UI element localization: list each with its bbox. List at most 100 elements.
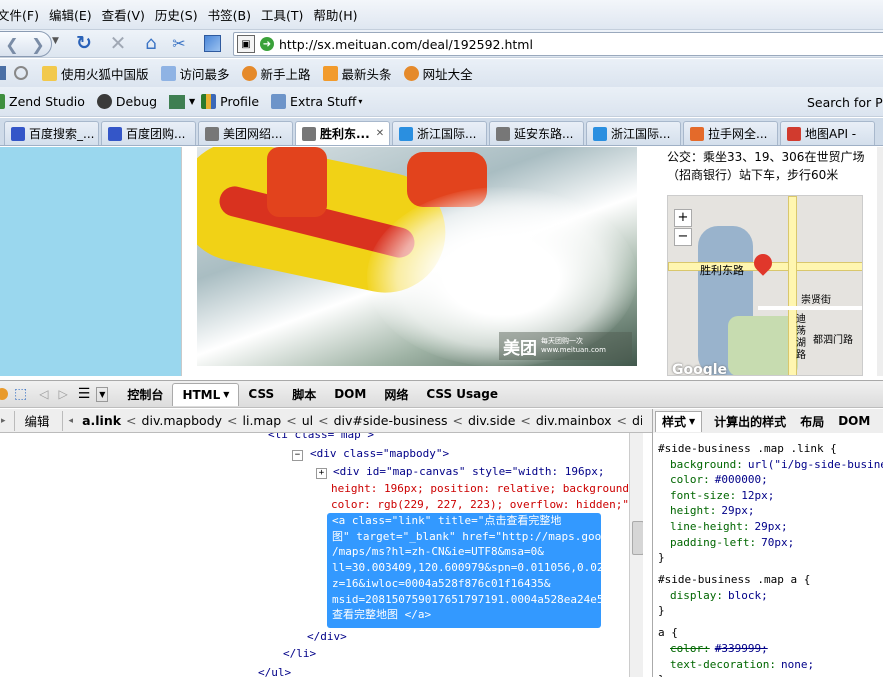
fb-back-icon[interactable]: ◁ — [39, 387, 48, 401]
extra-stuff-button[interactable]: Extra Stuff ▾ — [271, 94, 362, 109]
menu-help[interactable]: 帮助(H) — [313, 5, 357, 24]
debug-button[interactable]: Debug — [96, 94, 157, 109]
selected-link-node[interactable]: <a class="link" title="点击查看完整地 图" target=… — [327, 513, 643, 628]
browser-tab[interactable]: 百度团购... — [101, 121, 196, 145]
bookmark-url-directory[interactable]: 网址大全 — [403, 64, 473, 83]
map-marker-icon[interactable] — [750, 250, 776, 276]
url-text[interactable]: http://sx.meituan.com/deal/192592.html — [279, 37, 533, 52]
menu-tools[interactable]: 工具(T) — [261, 5, 303, 24]
css-rule-selector[interactable]: #side-business .map a { — [658, 572, 810, 588]
panel-scroll-left-icon[interactable]: ▸ — [1, 416, 6, 426]
bookmark-latest-headlines[interactable]: 最新头条 — [322, 64, 392, 83]
monitor-dropdown-icon[interactable]: ▼ — [189, 97, 195, 106]
menu-view[interactable]: 查看(V) — [102, 5, 145, 24]
inspect-icon[interactable]: ⬚ — [14, 386, 27, 402]
bookmark-firefox-china[interactable]: 使用火狐中国版 — [42, 64, 149, 83]
breadcrumb-item[interactable]: a.link — [82, 413, 121, 428]
addon-toolbar: Zend Studio Debug ▼ Profile Extra Stuff ▾… — [0, 87, 883, 117]
browser-tab[interactable]: 拉手网全... — [683, 121, 778, 145]
bookmark-most-visited[interactable]: 访问最多 — [160, 64, 230, 83]
browser-tab[interactable]: 百度搜索_... — [4, 121, 99, 145]
css-rule-selector[interactable]: a { — [658, 625, 678, 641]
fb-menu-icon[interactable]: ☰ — [78, 386, 91, 402]
fb-tab-script[interactable]: 脚本 — [283, 383, 325, 405]
breadcrumb-item[interactable]: div.side — [468, 413, 515, 428]
profile-button[interactable]: Profile — [201, 94, 259, 109]
expand-toggle-icon[interactable]: + — [316, 468, 327, 479]
html-line-ul-close[interactable]: </ul> — [258, 665, 291, 677]
address-bar[interactable]: ▣ ➜ http://sx.meituan.com/deal/192592.ht… — [233, 32, 883, 56]
reload-icon[interactable]: ↻ — [72, 31, 96, 55]
zend-studio-button[interactable]: Zend Studio — [0, 94, 85, 109]
fb-tab-dom[interactable]: DOM — [325, 383, 375, 405]
html-line-mapbody-open[interactable]: − <div class="mapbody"> — [292, 446, 449, 462]
fb-forward-icon[interactable]: ▷ — [58, 387, 67, 401]
fb-tab-net[interactable]: 网络 — [375, 383, 417, 405]
css-property-line[interactable]: font-size: 12px; — [670, 488, 774, 504]
browser-tab[interactable]: 浙江国际... — [392, 121, 487, 145]
forward-icon[interactable]: ❯ — [31, 35, 44, 54]
back-icon[interactable]: ❮ — [5, 35, 18, 54]
deal-photo[interactable]: 美团 每天团购一次 www.meituan.com — [197, 147, 637, 366]
css-property-line[interactable]: height: 29px; — [670, 503, 754, 519]
side-tab-style[interactable]: 样式 ▼ — [655, 410, 703, 432]
map-zoom-in[interactable]: + — [674, 209, 692, 227]
html-line-li-close[interactable]: </li> — [283, 646, 316, 662]
site-identity-icon[interactable]: ➜ — [260, 37, 274, 51]
breadcrumb-item[interactable]: div.mapbody — [142, 413, 223, 428]
search-for-php[interactable]: Search for PH — [807, 95, 883, 110]
fb-menu-dropdown-icon[interactable]: ▼ — [96, 386, 109, 402]
css-property-line[interactable]: display: block; — [670, 588, 768, 604]
css-property-line[interactable]: color: #339999; — [670, 641, 768, 657]
fb-tab-console[interactable]: 控制台 — [118, 383, 172, 405]
css-rule-selector[interactable]: #side-business .map .link { — [658, 441, 837, 457]
breadcrumb-item[interactable]: div#deal-s — [632, 413, 642, 428]
css-property-line[interactable]: color: #000000; — [670, 472, 768, 488]
fb-tab-html[interactable]: HTML ▼ — [172, 382, 240, 406]
breadcrumb-item[interactable]: ul — [302, 413, 313, 428]
html-scrollbar-thumb[interactable] — [632, 521, 643, 555]
html-line-li-open[interactable]: <li class="map"> — [268, 433, 374, 443]
html-line-div-close[interactable]: </div> — [307, 629, 347, 645]
bookmark-sidebar-icon[interactable] — [0, 66, 6, 80]
breadcrumb-item[interactable]: div#side-business — [334, 413, 448, 428]
stop-icon[interactable]: ✕ — [106, 31, 130, 55]
css-property-line[interactable]: line-height: 29px; — [670, 519, 788, 535]
css-property-line[interactable]: background: url("i/bg-side-business-map — [670, 457, 883, 473]
html-pane-scrollbar[interactable] — [629, 433, 643, 677]
menu-history[interactable]: 历史(S) — [155, 5, 198, 24]
collapse-toggle-icon[interactable]: − — [292, 450, 303, 461]
history-clock-icon[interactable] — [14, 66, 28, 80]
monitor-icon[interactable] — [169, 94, 186, 109]
browser-tab[interactable]: 浙江国际... — [586, 121, 681, 145]
breadcrumb-item[interactable]: li.map — [243, 413, 282, 428]
windows-icon[interactable] — [200, 31, 224, 55]
side-tab-computed[interactable]: 计算出的样式 — [714, 413, 786, 430]
home-icon[interactable]: ⌂ — [139, 31, 163, 55]
menu-edit[interactable]: 编辑(E) — [49, 5, 92, 24]
side-tab-layout[interactable]: 布局 — [800, 413, 824, 430]
history-dropdown-icon[interactable]: ▼ — [52, 36, 59, 46]
bookmark-getting-started[interactable]: 新手上路 — [241, 64, 311, 83]
browser-tab[interactable]: 地图API - — [780, 121, 875, 145]
menu-bookmarks[interactable]: 书签(B) — [208, 5, 251, 24]
side-tab-dom[interactable]: DOM — [838, 414, 870, 428]
tab-close-icon[interactable]: ✕ — [376, 128, 384, 139]
content-scrollbar[interactable] — [877, 147, 883, 376]
fb-tab-css[interactable]: CSS — [239, 383, 283, 405]
breadcrumb-scroll-left-icon[interactable]: ◂ — [69, 416, 74, 426]
edit-button[interactable]: 编辑 — [25, 411, 50, 430]
browser-tab[interactable]: 胜利东... ✕ — [295, 121, 390, 145]
breadcrumb-item[interactable]: div.mainbox — [536, 413, 612, 428]
css-property-line[interactable]: padding-left: 70px; — [670, 535, 794, 551]
map-canvas[interactable]: + − 胜利东路 崇贤街 迪荡湖路 都泗门路 Google — [667, 195, 863, 376]
firebug-icon[interactable] — [0, 388, 8, 400]
browser-tab[interactable]: 美团网绍... — [198, 121, 293, 145]
html-line-map-canvas[interactable]: + <div id="map-canvas" style="width: 196p… — [316, 464, 605, 480]
scissors-icon[interactable]: ✂ — [167, 31, 191, 55]
css-property-line[interactable]: text-decoration: none; — [670, 657, 814, 673]
map-zoom-out[interactable]: − — [674, 228, 692, 246]
menu-file[interactable]: 文件(F) — [0, 5, 39, 24]
fb-tab-css-usage[interactable]: CSS Usage — [417, 383, 507, 405]
browser-tab[interactable]: 延安东路... — [489, 121, 584, 145]
